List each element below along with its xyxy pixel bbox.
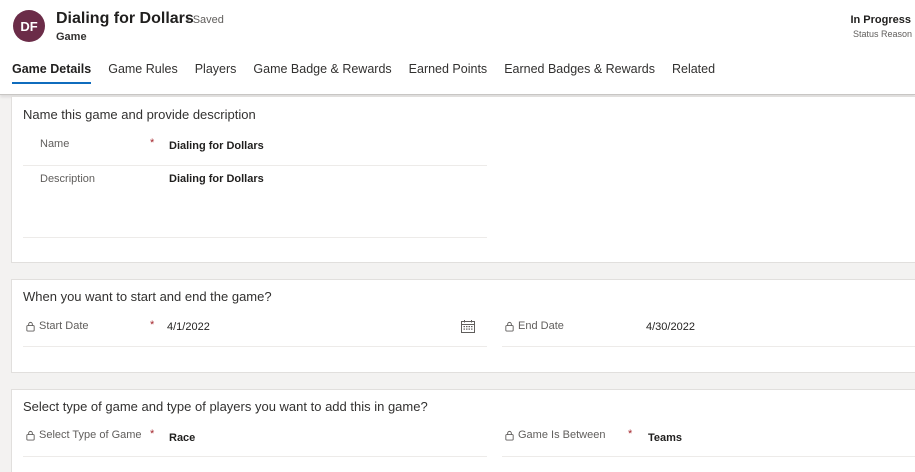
required-marker: * [150,428,155,440]
entity-name: Game [56,31,87,43]
tab-related[interactable]: Related [672,62,715,84]
description-label: Description [40,173,96,185]
tab-players[interactable]: Players [195,62,237,84]
lock-icon [26,430,35,441]
record-header: DF Dialing for Dollars - Saved Game In P… [0,0,915,95]
end-date-label-text: End Date [518,320,564,332]
required-marker: * [150,319,155,331]
tab-earned-points[interactable]: Earned Points [409,62,488,84]
game-between-label-text: Game Is Between [518,429,606,441]
tab-game-rules[interactable]: Game Rules [108,62,177,84]
game-type-field-row: Select Type of Game * Race [23,420,487,457]
game-between-field-row: Game Is Between * Teams [502,420,915,457]
lock-icon [505,430,514,441]
lock-icon [505,321,514,332]
description-input[interactable]: Dialing for Dollars [169,173,264,185]
tab-game-badge-rewards[interactable]: Game Badge & Rewards [253,62,391,84]
description-field-row: Description Dialing for Dollars [23,166,487,238]
end-date-label: End Date [504,320,564,332]
start-date-label: Start Date [25,320,89,332]
tab-game-details[interactable]: Game Details [12,62,92,84]
end-date-field-row: End Date 4/30/2022 [502,310,915,347]
section-title: Name this game and provide description [23,107,256,122]
name-input[interactable]: Dialing for Dollars [169,140,264,152]
tab-bar: Game Details Game Rules Players Game Bad… [12,62,732,84]
saved-status: - Saved [186,14,224,26]
name-field-row: Name * Dialing for Dollars [23,129,487,166]
section-title: Select type of game and type of players … [23,399,428,414]
section-name-description: Name this game and provide description N… [11,96,915,263]
section-game-type: Select type of game and type of players … [11,389,915,472]
section-dates: When you want to start and end the game?… [11,279,915,373]
status-reason-label: Status Reason [852,29,912,39]
end-date-input[interactable]: 4/30/2022 [646,321,695,333]
game-between-input[interactable]: Teams [648,432,682,444]
name-label: Name [40,138,70,150]
section-title: When you want to start and end the game? [23,289,272,304]
lock-icon [26,321,35,332]
required-marker: * [150,137,155,149]
game-type-label-text: Select Type of Game [39,429,142,441]
start-date-input[interactable]: 4/1/2022 [167,321,210,333]
game-type-label: Select Type of Game [25,429,142,441]
calendar-icon[interactable] [461,320,475,333]
start-date-field-row: Start Date * 4/1/2022 [23,310,487,347]
game-type-input[interactable]: Race [169,432,195,444]
start-date-label-text: Start Date [39,320,89,332]
avatar: DF [13,10,45,42]
game-between-label: Game Is Between [504,429,605,441]
required-marker: * [628,428,633,440]
record-title: Dialing for Dollars [56,10,194,27]
status-reason-value[interactable]: In Progress [850,14,911,26]
tab-earned-badges-rewards[interactable]: Earned Badges & Rewards [504,62,655,84]
